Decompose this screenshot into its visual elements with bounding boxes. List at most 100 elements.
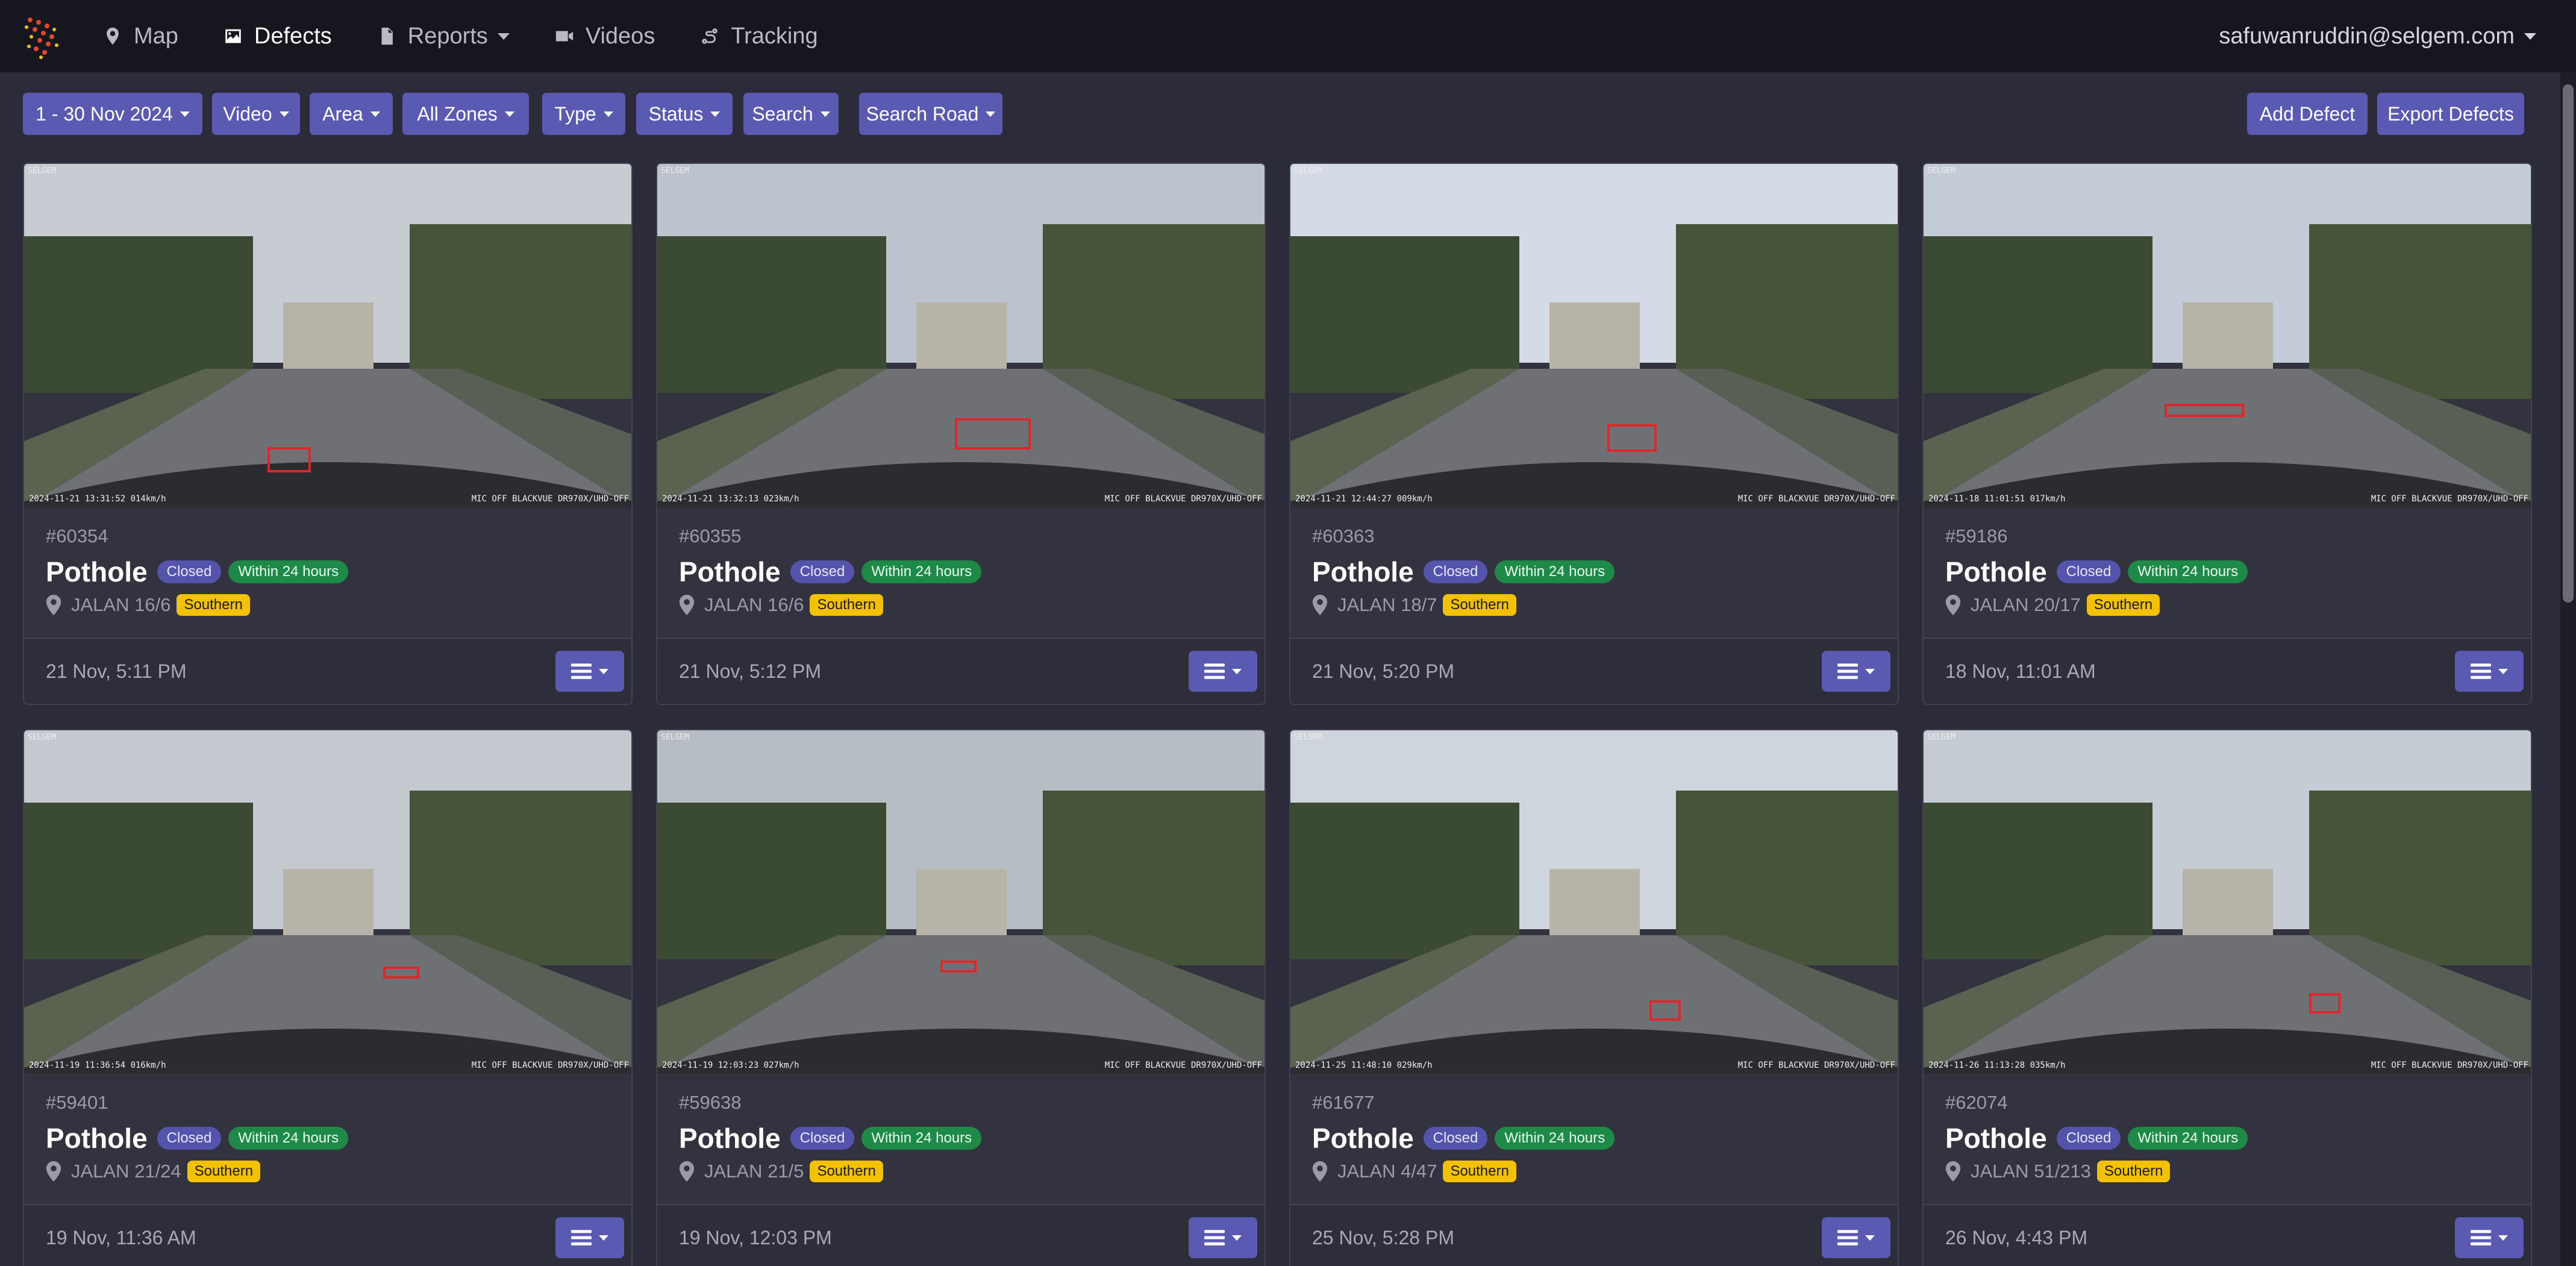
nav-defects[interactable]: Defects [223, 0, 332, 72]
nav-map[interactable]: Map [102, 0, 178, 72]
defect-bounding-box [383, 967, 419, 979]
card-actions-menu-button[interactable] [555, 1217, 624, 1258]
date-range-dropdown[interactable]: 1 - 30 Nov 2024 [23, 93, 202, 135]
zones-filter-label: All Zones [417, 102, 498, 125]
hamburger-icon [1837, 1230, 1858, 1246]
card-footer: 26 Nov, 4:43 PM [1924, 1204, 2531, 1266]
sla-badge: Within 24 hours [228, 560, 349, 583]
defect-id: #62074 [1945, 1092, 2008, 1113]
card-body: #62074 Pothole Closed Within 24 hours JA… [1945, 1092, 2513, 1182]
map-marker-icon [1312, 595, 1328, 615]
sla-badge: Within 24 hours [861, 1127, 982, 1150]
defect-type: Pothole [679, 1123, 781, 1154]
nav-videos[interactable]: Videos [554, 0, 655, 72]
hamburger-icon [571, 1230, 592, 1246]
top-navbar: Map Defects Reports Videos Tracking safu… [0, 0, 2576, 72]
scrollbar-thumb[interactable] [2563, 84, 2574, 603]
defect-card[interactable]: SELGEM 2024-11-25 11:48:10 029km/h MIC O… [1289, 729, 1899, 1266]
defect-type: Pothole [46, 556, 148, 588]
add-defect-label: Add Defect [2259, 102, 2356, 125]
status-filter-dropdown[interactable]: Status [636, 93, 733, 135]
user-menu[interactable]: safuwanruddin@selgem.com [2219, 0, 2536, 72]
photo-timestamp: 2024-11-25 11:48:10 029km/h [1295, 1061, 1433, 1070]
camera-watermark: SELGEM [1927, 166, 1955, 175]
hamburger-icon [1204, 1230, 1225, 1246]
type-filter-dropdown[interactable]: Type [542, 93, 625, 135]
defect-card[interactable]: SELGEM 2024-11-19 12:03:23 027km/h MIC O… [656, 729, 1266, 1266]
card-actions-menu-button[interactable] [1189, 1217, 1257, 1258]
page-scrollbar[interactable] [2560, 72, 2576, 1266]
card-footer: 21 Nov, 5:12 PM [657, 638, 1265, 704]
card-actions-menu-button[interactable] [2455, 1217, 2524, 1258]
card-actions-menu-button[interactable] [2455, 651, 2524, 692]
card-actions-menu-button[interactable] [1822, 651, 1890, 692]
video-icon [555, 31, 573, 42]
defect-photo[interactable]: SELGEM 2024-11-21 13:31:52 014km/h MIC O… [24, 164, 631, 507]
date-range-label: 1 - 30 Nov 2024 [36, 102, 173, 125]
camera-watermark: SELGEM [28, 733, 56, 742]
status-badge: Closed [157, 1127, 222, 1150]
sla-badge: Within 24 hours [2128, 560, 2248, 583]
map-pin-icon [107, 27, 119, 45]
camera-info: MIC OFF BLACKVUE DR970X/UHD-OFF [1737, 1061, 1895, 1070]
sla-badge: Within 24 hours [1495, 560, 1615, 583]
nav-map-label: Map [134, 23, 178, 49]
chevron-down-icon [2498, 668, 2508, 674]
nav-videos-label: Videos [585, 23, 655, 49]
defect-date: 19 Nov, 11:36 AM [46, 1227, 196, 1249]
defect-bounding-box [1649, 1000, 1681, 1021]
defect-card[interactable]: SELGEM 2024-11-21 13:32:13 023km/h MIC O… [656, 163, 1266, 705]
map-marker-icon [1312, 1161, 1328, 1182]
zones-filter-dropdown[interactable]: All Zones [402, 93, 529, 135]
defect-photo[interactable]: SELGEM 2024-11-25 11:48:10 029km/h MIC O… [1290, 730, 1898, 1074]
defect-card[interactable]: SELGEM 2024-11-26 11:13:28 035km/h MIC O… [1922, 729, 2532, 1266]
camera-info: MIC OFF BLACKVUE DR970X/UHD-OFF [1104, 1061, 1262, 1070]
defect-photo[interactable]: SELGEM 2024-11-21 12:44:27 009km/h MIC O… [1290, 164, 1898, 507]
photo-timestamp: 2024-11-26 11:13:28 035km/h [1928, 1061, 2066, 1070]
defect-photo[interactable]: SELGEM 2024-11-21 13:32:13 023km/h MIC O… [657, 164, 1265, 507]
video-filter-dropdown[interactable]: Video [212, 93, 300, 135]
map-marker-icon [46, 595, 61, 615]
card-actions-menu-button[interactable] [1189, 651, 1257, 692]
search-road-label: Search Road [866, 102, 979, 125]
photo-timestamp: 2024-11-18 11:01:51 017km/h [1928, 494, 2066, 504]
defect-date: 26 Nov, 4:43 PM [1945, 1227, 2087, 1249]
brand-logo[interactable] [18, 9, 66, 63]
chevron-down-icon [180, 111, 190, 117]
photo-timestamp: 2024-11-21 13:32:13 023km/h [662, 494, 799, 504]
defect-card[interactable]: SELGEM 2024-11-18 11:01:51 017km/h MIC O… [1922, 163, 2532, 705]
defect-photo[interactable]: SELGEM 2024-11-19 11:36:54 016km/h MIC O… [24, 730, 631, 1074]
chevron-down-icon [820, 111, 830, 117]
export-defects-button[interactable]: Export Defects [2377, 93, 2524, 135]
defect-photo[interactable]: SELGEM 2024-11-19 12:03:23 027km/h MIC O… [657, 730, 1265, 1074]
nav-tracking[interactable]: Tracking [699, 0, 818, 72]
camera-info: MIC OFF BLACKVUE DR970X/UHD-OFF [1104, 494, 1262, 504]
defect-photo[interactable]: SELGEM 2024-11-26 11:13:28 035km/h MIC O… [1924, 730, 2531, 1074]
camera-watermark: SELGEM [1294, 733, 1322, 742]
nav-reports[interactable]: Reports [377, 0, 510, 72]
add-defect-button[interactable]: Add Defect [2247, 93, 2368, 135]
status-filter-label: Status [648, 102, 704, 125]
search-road-dropdown[interactable]: Search Road [859, 93, 1002, 135]
hamburger-icon [1837, 663, 1858, 679]
hamburger-icon [2471, 1230, 2491, 1246]
defect-id: #60355 [679, 525, 742, 547]
search-dropdown[interactable]: Search [743, 93, 839, 135]
defect-card[interactable]: SELGEM 2024-11-19 11:36:54 016km/h MIC O… [23, 729, 633, 1266]
card-body: #60354 Pothole Closed Within 24 hours JA… [46, 525, 613, 616]
card-actions-menu-button[interactable] [1822, 1217, 1890, 1258]
area-filter-dropdown[interactable]: Area [310, 93, 393, 135]
defect-photo[interactable]: SELGEM 2024-11-18 11:01:51 017km/h MIC O… [1924, 164, 2531, 507]
defect-type: Pothole [679, 556, 781, 588]
card-actions-menu-button[interactable] [555, 651, 624, 692]
road-name: JALAN 20/17 [1971, 594, 2081, 615]
defect-card[interactable]: SELGEM 2024-11-21 13:31:52 014km/h MIC O… [23, 163, 633, 705]
chevron-down-icon [1232, 668, 1242, 674]
zone-badge: Southern [810, 594, 883, 616]
zone-badge: Southern [2096, 1161, 2171, 1182]
photo-timestamp: 2024-11-19 12:03:23 027km/h [662, 1061, 799, 1070]
defect-card[interactable]: SELGEM 2024-11-21 12:44:27 009km/h MIC O… [1289, 163, 1899, 705]
defect-bounding-box [2165, 404, 2244, 417]
card-body: #59638 Pothole Closed Within 24 hours JA… [679, 1092, 1246, 1182]
card-footer: 19 Nov, 11:36 AM [24, 1204, 631, 1266]
